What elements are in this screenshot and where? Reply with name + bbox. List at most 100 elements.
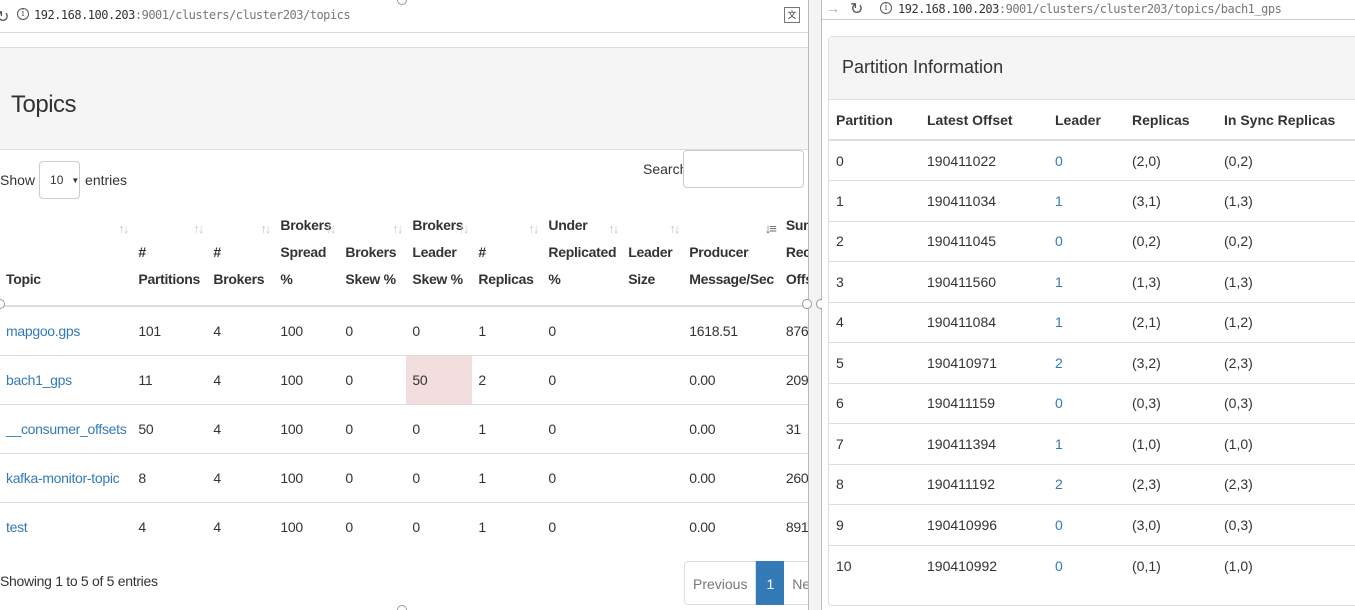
leader-link[interactable]: 1: [1048, 423, 1125, 464]
page-1-button[interactable]: 1: [756, 561, 785, 605]
topic-link[interactable]: bach1_gps: [0, 354, 133, 404]
reload-icon[interactable]: ↻: [850, 0, 863, 19]
topic-link[interactable]: kafka-monitor-topic: [0, 452, 133, 502]
topic-link[interactable]: mapgoo.gps: [0, 305, 133, 355]
column-header[interactable]: SummedRecentOffsets↑↓: [779, 212, 808, 307]
leader-link[interactable]: 2: [1048, 342, 1125, 383]
column-header[interactable]: Leader Size ↑↓: [622, 212, 684, 307]
sort-icon[interactable]: ↑↓: [118, 215, 129, 242]
resize-handle[interactable]: [802, 299, 812, 309]
next-page-button[interactable]: Next: [784, 561, 808, 605]
sort-icon[interactable]: ↑↓: [392, 215, 403, 242]
table-cell: 9: [829, 504, 920, 545]
table-cell: [622, 501, 684, 551]
table-cell: 4: [207, 452, 275, 502]
table-cell: (1,0): [1125, 423, 1217, 464]
table-cell: (0,2): [1125, 220, 1217, 262]
table-cell: 31: [779, 403, 808, 453]
sort-icon[interactable]: ↓≡: [765, 215, 777, 242]
column-header[interactable]: Producer Message/Sec ↓≡: [683, 212, 780, 307]
table-cell: 0: [542, 354, 623, 404]
column-header[interactable]: Brokers Leader Skew % ↑↓: [406, 212, 473, 307]
table-row: 5 190410971 2 (3,2) (2,3): [829, 342, 1355, 383]
partitions-header-row: Partition Latest Offset Leader Replicas In S…: [829, 100, 1355, 141]
leader-link[interactable]: 2: [1048, 463, 1125, 505]
sort-icon[interactable]: ↑↓: [458, 215, 469, 242]
table-cell: (2,3): [1125, 463, 1217, 505]
leader-link[interactable]: 1: [1048, 261, 1125, 302]
table-row: 10 190410992 0 (0,1) (1,0): [829, 544, 1355, 586]
table-cell: (1,2): [1217, 301, 1355, 343]
previous-page-button[interactable]: Previous: [684, 561, 757, 605]
table-cell: 0.00: [683, 354, 780, 404]
column-header-label: Offsets: [785, 271, 808, 287]
table-cell: 190411084: [920, 301, 1048, 343]
url-path: :9001/clusters/cluster203/topics/bach1_g…: [998, 2, 1282, 16]
table-cell: 0: [542, 452, 623, 502]
column-header-label: Leader: [412, 244, 457, 260]
column-header[interactable]: Brokers Skew % ↑↓: [339, 212, 407, 307]
leader-link[interactable]: 0: [1048, 220, 1125, 262]
entries-select[interactable]: 10 ▼: [39, 161, 81, 199]
column-header-label: Message/Sec: [689, 271, 774, 287]
partition-information-panel: Partition Information Partition Latest Of…: [828, 36, 1355, 606]
sort-icon[interactable]: ↑↓: [260, 215, 271, 242]
column-header[interactable]: Under Replicated% ↑↓: [542, 212, 623, 307]
sort-icon[interactable]: ↑↓: [528, 215, 539, 242]
column-header-label: Summed: [785, 217, 808, 233]
left-browser-window: ↻ i 192.168.100.203:9001/clusters/cluste…: [0, 0, 808, 610]
column-header-label: Leader: [628, 244, 673, 260]
url-text[interactable]: 192.168.100.203:9001/clusters/cluster203…: [34, 8, 351, 22]
table-cell: 100: [274, 354, 340, 404]
leader-link[interactable]: 0: [1048, 544, 1125, 586]
topic-link[interactable]: __consumer_offsets: [0, 403, 133, 453]
table-row: 0 190411022 0 (2,0) (0,2): [829, 139, 1355, 181]
reload-icon[interactable]: ↻: [0, 7, 9, 27]
url-text[interactable]: 192.168.100.203:9001/clusters/cluster203…: [898, 2, 1282, 16]
sort-icon[interactable]: ↑↓: [669, 215, 680, 242]
table-cell: 50: [132, 403, 208, 453]
sort-icon[interactable]: ↑↓: [608, 215, 619, 242]
resize-handle[interactable]: [397, 605, 407, 610]
address-bar[interactable]: → ↻ i 192.168.100.203:9001/clusters/clus…: [822, 0, 1355, 20]
url-host: 192.168.100.203: [34, 8, 135, 22]
leader-link[interactable]: 0: [1048, 382, 1125, 424]
partitions-table-body: 0 190411022 0 (2,0) (0,2) 1 190411034 1 (3,1) (1,…: [829, 139, 1355, 586]
table-row: 6 190411159 0 (0,3) (0,3): [829, 382, 1355, 424]
show-label: Show: [0, 172, 36, 188]
topic-link[interactable]: test: [0, 501, 133, 551]
column-header[interactable]: # Replicas ↑↓: [472, 212, 543, 307]
sort-icon[interactable]: ↑↓: [193, 215, 204, 242]
column-header[interactable]: # Brokers ↑↓: [207, 212, 275, 307]
info-icon[interactable]: i: [880, 2, 892, 14]
translate-icon[interactable]: 文: [784, 7, 800, 23]
leader-link[interactable]: 0: [1048, 504, 1125, 545]
table-cell: 0: [339, 501, 407, 551]
column-header-label: Spread: [280, 244, 327, 260]
panel-title: Partition Information: [829, 37, 1355, 100]
table-cell: (2,3): [1217, 342, 1355, 383]
table-row: 3 190411560 1 (1,3) (1,3): [829, 261, 1355, 302]
leader-link[interactable]: 0: [1048, 139, 1125, 181]
sort-icon[interactable]: ↑↓: [325, 215, 336, 242]
column-header-label: #: [478, 244, 486, 260]
leader-link[interactable]: 1: [1048, 180, 1125, 221]
table-cell: 0: [406, 452, 473, 502]
back-arrow-icon[interactable]: →: [826, 0, 840, 16]
table-cell: (3,0): [1125, 504, 1217, 545]
leader-link[interactable]: 1: [1048, 301, 1125, 343]
column-header-label: Brokers: [345, 244, 397, 260]
table-cell: 50: [406, 354, 473, 404]
column-header[interactable]: Brokers Spread% ↑↓: [274, 212, 340, 307]
table-cell: 8: [829, 463, 920, 505]
column-header[interactable]: # Partitions ↑↓: [132, 212, 208, 307]
table-cell: 4: [207, 354, 275, 404]
table-cell: (0,3): [1217, 382, 1355, 424]
column-header-label: #: [213, 244, 221, 260]
address-bar[interactable]: ↻ i 192.168.100.203:9001/clusters/cluste…: [0, 0, 808, 33]
table-cell: 0: [406, 501, 473, 551]
table-cell: 5: [829, 342, 920, 383]
column-header[interactable]: Topic ↑↓: [0, 212, 133, 307]
info-icon[interactable]: i: [17, 8, 29, 20]
search-input[interactable]: [683, 150, 804, 188]
